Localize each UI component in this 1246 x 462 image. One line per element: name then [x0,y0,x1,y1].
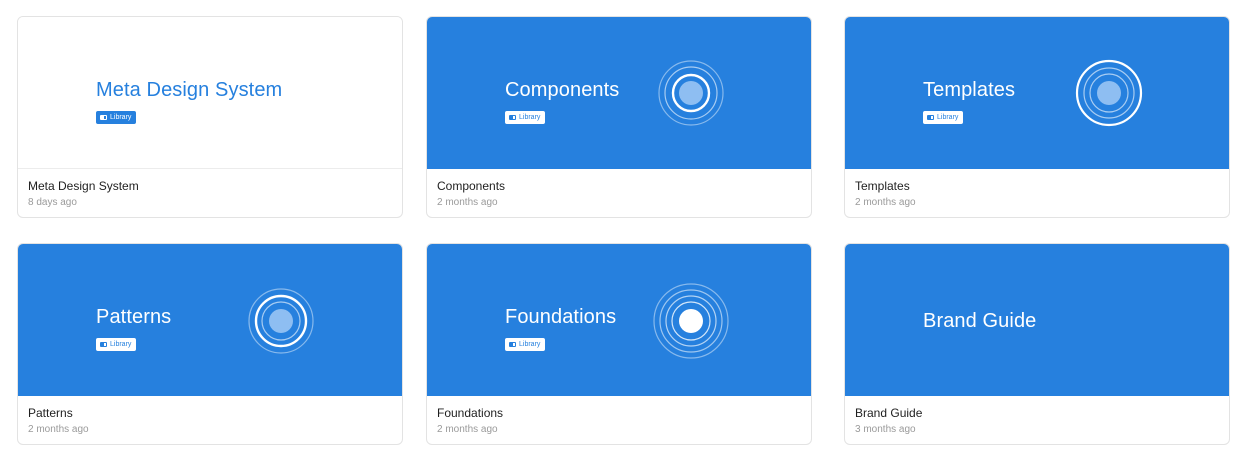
thumbnail-title: Templates [923,79,1016,101]
library-badge: Library [923,111,964,124]
library-badge: Library [505,338,546,351]
file-caption: Templates 2 months ago [855,179,1219,210]
file-modified: 2 months ago [437,197,498,208]
file-card-components[interactable]: Components Library Components 2 months a… [426,16,812,218]
library-badge-label: Library [519,114,541,121]
concentric-rings-icon [656,58,726,128]
file-caption: Components 2 months ago [437,179,801,210]
file-grid: Meta Design System Library Meta Design S… [0,0,1246,462]
file-caption: Foundations 2 months ago [437,406,801,437]
file-modified: 8 days ago [28,197,77,208]
library-badge: Library [96,111,137,124]
file-name: Foundations [437,406,504,420]
file-card-templates[interactable]: Templates Library Templates 2 months ago [844,16,1230,218]
file-thumbnail: Templates Library [845,17,1229,169]
file-thumbnail: Components Library [427,17,811,169]
library-badge-label: Library [937,114,959,121]
library-icon [509,115,516,120]
library-icon [927,115,934,120]
concentric-rings-icon [652,282,729,359]
file-modified: 2 months ago [28,424,89,435]
thumbnail-title: Foundations [505,306,617,328]
file-name: Meta Design System [28,179,139,193]
file-modified: 2 months ago [437,424,498,435]
file-name: Templates [855,179,910,193]
file-thumbnail: Meta Design System Library [18,17,402,169]
file-caption: Patterns 2 months ago [28,406,392,437]
concentric-rings-icon [246,286,316,356]
file-thumbnail: Brand Guide [845,244,1229,396]
library-icon [100,115,107,120]
file-thumbnail: Patterns Library [18,244,402,396]
file-modified: 3 months ago [855,424,916,435]
library-badge-label: Library [519,341,541,348]
file-name: Brand Guide [855,406,923,420]
file-caption: Meta Design System 8 days ago [28,179,392,210]
file-name: Patterns [28,406,73,420]
thumbnail-title: Brand Guide [923,310,1037,332]
thumbnail-title: Meta Design System [96,79,283,101]
file-caption: Brand Guide 3 months ago [855,406,1219,437]
file-card-meta-design-system[interactable]: Meta Design System Library Meta Design S… [17,16,403,218]
thumbnail-title: Patterns [96,306,172,328]
file-modified: 2 months ago [855,197,916,208]
library-badge: Library [505,111,546,124]
file-name: Components [437,179,506,193]
library-badge: Library [96,338,137,351]
file-card-patterns[interactable]: Patterns Library Patterns 2 months ago [17,243,403,445]
library-icon [509,342,516,347]
file-thumbnail: Foundations Library [427,244,811,396]
thumbnail-title: Components [505,79,620,101]
file-card-foundations[interactable]: Foundations Library Foundations 2 months… [426,243,812,445]
library-icon [100,342,107,347]
library-badge-label: Library [110,341,132,348]
concentric-rings-icon [1074,58,1144,128]
file-card-brand-guide[interactable]: Brand Guide Brand Guide 3 months ago [844,243,1230,445]
library-badge-label: Library [110,114,132,121]
